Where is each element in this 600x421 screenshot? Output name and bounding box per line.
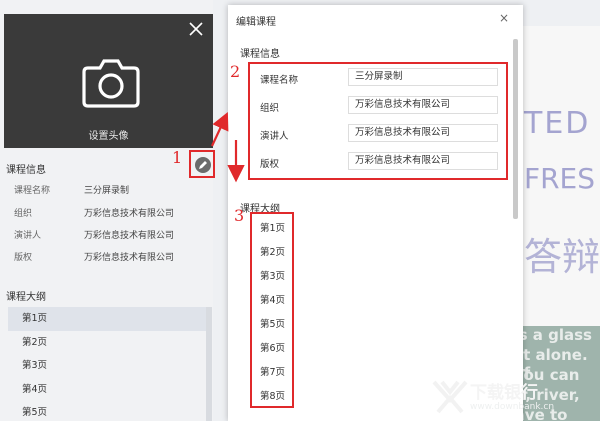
outline-item[interactable]: 第2页: [8, 331, 206, 355]
watermark-url: www.downbank.cn: [470, 402, 555, 412]
outline-list: 第1页 第2页 第3页 第4页 第5页: [8, 307, 206, 421]
slide-text: 答辩: [524, 235, 600, 279]
watermark-text: 下载银行: [470, 383, 538, 403]
slide-preview: TED FRES 答辩 's a glass it alone. If You …: [520, 26, 600, 421]
copyright-input[interactable]: 万彩信息技术有限公司: [348, 152, 498, 170]
camera-icon[interactable]: [82, 56, 140, 108]
field-label-org: 组织: [260, 103, 280, 114]
slide-text: FRES: [524, 162, 596, 195]
avatar-panel[interactable]: 设置头像: [4, 14, 213, 148]
course-info-title: 课程信息: [6, 165, 46, 176]
dialog-info-title: 课程信息: [240, 49, 280, 60]
outline-page-item[interactable]: 第6页: [260, 340, 285, 354]
outline-page-item[interactable]: 第7页: [260, 364, 285, 378]
info-value-speaker: 万彩信息技术有限公司: [84, 231, 175, 241]
field-label-copyright: 版权: [260, 159, 280, 170]
info-key-name: 课程名称: [14, 186, 51, 196]
outline-page-item[interactable]: 第5页: [260, 316, 285, 330]
dialog-close-button[interactable]: ×: [499, 11, 509, 25]
annotation-number-2: 2: [230, 62, 241, 81]
arrow-to-info: [211, 112, 229, 147]
outline-item[interactable]: 第5页: [8, 401, 206, 421]
info-key-copyright: 版权: [14, 253, 33, 263]
annotation-number-3: 3: [234, 206, 245, 225]
info-value-name: 三分屏录制: [84, 186, 130, 196]
slide-line: 's a glass: [520, 326, 592, 344]
course-outline-list: 第1页 第2页 第3页 第4页 第5页 第6页 第7页 第8页: [250, 212, 294, 408]
outline-page-item[interactable]: 第2页: [260, 244, 285, 258]
course-name-input[interactable]: 三分屏录制: [348, 68, 498, 86]
info-key-speaker: 演讲人: [14, 231, 42, 241]
edit-course-button[interactable]: [189, 150, 215, 178]
dialog-title: 编辑课程: [236, 17, 276, 28]
field-label-name: 课程名称: [260, 75, 299, 86]
organization-input[interactable]: 万彩信息技术有限公司: [348, 96, 498, 114]
dialog-scrollbar[interactable]: [513, 39, 518, 219]
outline-item[interactable]: 第3页: [8, 354, 206, 378]
pencil-icon[interactable]: [195, 157, 211, 173]
watermark-logo-icon: [432, 380, 468, 414]
outline-item[interactable]: 第1页: [8, 307, 206, 331]
speaker-input[interactable]: 万彩信息技术有限公司: [348, 124, 498, 142]
outline-page-item[interactable]: 第3页: [260, 268, 285, 282]
outline-page-item[interactable]: 第4页: [260, 292, 285, 306]
course-outline-title: 课程大纲: [6, 292, 46, 303]
left-scrollbar[interactable]: [206, 307, 212, 421]
outline-item[interactable]: 第4页: [8, 378, 206, 402]
close-icon[interactable]: [189, 22, 203, 36]
left-panel: 设置头像 课程信息 课程名称 三分屏录制 组织 万彩信息技术有限公司 演讲人 万…: [0, 0, 213, 421]
field-label-speaker: 演讲人: [260, 131, 289, 142]
annotation-number-1: 1: [172, 148, 183, 167]
avatar-label[interactable]: 设置头像: [4, 127, 213, 142]
slide-text: TED: [524, 106, 591, 141]
info-value-copyright: 万彩信息技术有限公司: [84, 253, 175, 263]
info-value-org: 万彩信息技术有限公司: [84, 209, 175, 219]
info-key-org: 组织: [14, 209, 33, 219]
course-info-fields: 课程名称 三分屏录制 组织 万彩信息技术有限公司 演讲人 万彩信息技术有限公司 …: [248, 62, 508, 180]
outline-page-item[interactable]: 第1页: [260, 220, 285, 234]
outline-page-item[interactable]: 第8页: [260, 388, 285, 402]
